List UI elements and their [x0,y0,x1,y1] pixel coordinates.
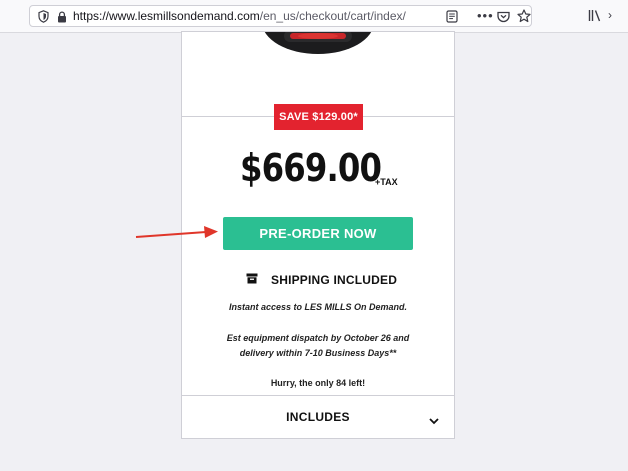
url-text[interactable]: https://www.lesmillsondemand.com/en_us/c… [73,9,406,23]
save-badge: SAVE $129.00* [274,104,363,130]
pocket-icon[interactable] [497,10,510,28]
stock-notice: Hurry, the only 84 left! [270,378,366,388]
chevron-down-icon[interactable] [429,412,439,430]
preorder-button[interactable]: PRE-ORDER NOW [223,217,413,250]
price: $669.00 [240,146,382,190]
box-icon [246,271,258,289]
access-text: Instant access to LES MILLS On Demand. [228,302,408,312]
url-bar[interactable]: https://www.lesmillsondemand.com/en_us/c… [29,5,532,27]
step-device-image [264,32,372,54]
product-card: SAVE $129.00* $669.00 +TAX PRE-ORDER NOW… [181,31,455,439]
more-actions-icon[interactable]: ••• [477,8,494,23]
includes-accordion[interactable]: INCLUDES [182,395,454,438]
overflow-menu-icon[interactable]: › [608,8,612,22]
browser-toolbar: https://www.lesmillsondemand.com/en_us/c… [0,0,628,33]
reader-view-icon[interactable] [446,10,458,28]
includes-label: INCLUDES [286,410,350,424]
url-host: https://www.lesmillsondemand.com [73,9,260,23]
tax-note: +TAX [375,177,398,187]
dispatch-text: Est equipment dispatch by October 26 and… [182,331,454,361]
dispatch-line-1: Est equipment dispatch by October 26 and [226,333,410,343]
shipping-row: SHIPPING INCLUDED [246,271,397,289]
bookmark-star-icon[interactable] [517,9,531,28]
dispatch-line-2: delivery within 7-10 Business Days** [239,348,397,358]
shield-icon[interactable] [38,10,49,28]
url-path: /en_us/checkout/cart/index/ [259,9,406,23]
lock-icon[interactable] [57,10,67,28]
page-content: SAVE $129.00* $669.00 +TAX PRE-ORDER NOW… [0,31,628,471]
shipping-label: SHIPPING INCLUDED [271,273,398,287]
annotation-arrow-icon [135,226,218,238]
library-icon[interactable] [588,9,602,27]
